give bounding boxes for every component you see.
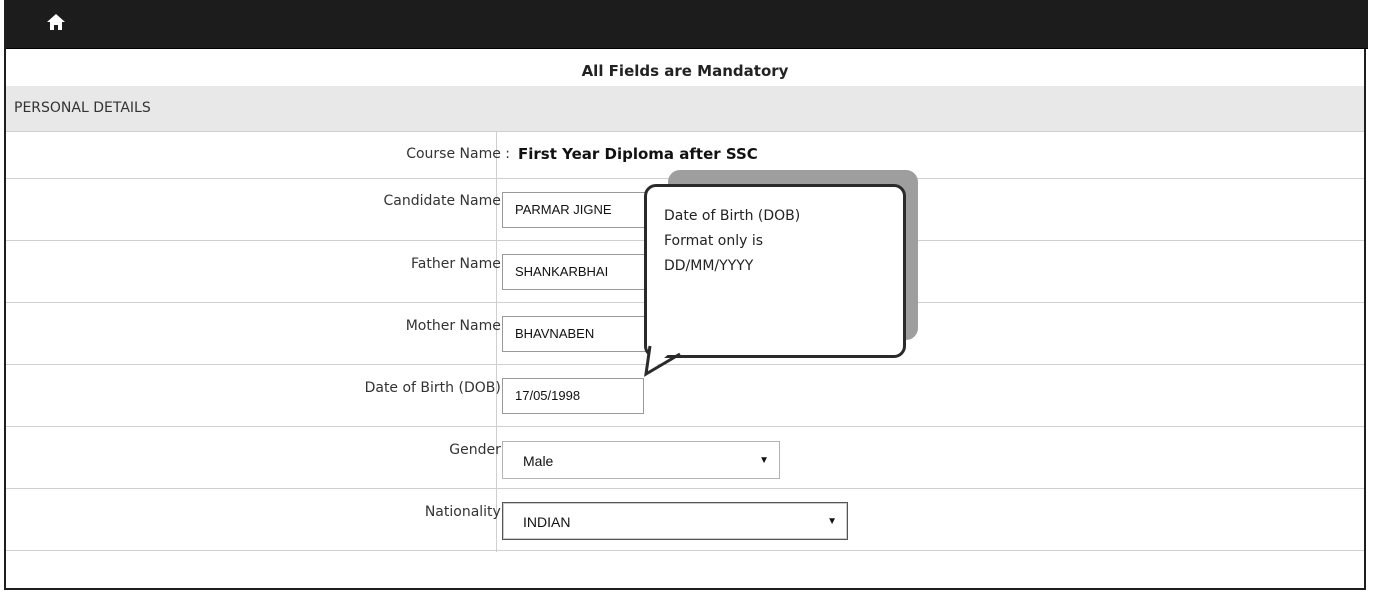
tooltip-text: Date of Birth (DOB) Format only is DD/MM…: [664, 204, 884, 279]
candidate-name-label: Candidate Name :: [383, 193, 511, 209]
top-navigation-bar: [6, 0, 1368, 49]
gender-select-value: Male: [523, 453, 554, 469]
mandatory-notice: All Fields are Mandatory: [6, 48, 1364, 87]
course-name-value: First Year Diploma after SSC: [518, 145, 758, 163]
dropdown-arrow-icon: ▼: [759, 455, 769, 466]
home-icon[interactable]: [46, 12, 66, 32]
tooltip-line: Format only is: [664, 233, 764, 249]
father-name-label: Father Name :: [411, 256, 510, 272]
gender-select[interactable]: Male ▼: [502, 441, 780, 479]
dob-input[interactable]: 17/05/1998: [502, 378, 644, 414]
tooltip-tail: [644, 344, 681, 377]
gender-label: Gender :: [449, 442, 510, 458]
tooltip-line: DD/MM/YYYY: [664, 258, 754, 274]
dropdown-arrow-icon: ▼: [827, 516, 837, 527]
section-header: PERSONAL DETAILS: [6, 86, 1364, 132]
father-name-input[interactable]: SHANKARBHAI: [502, 254, 662, 290]
course-name-label: Course Name :: [406, 146, 510, 162]
section-title: PERSONAL DETAILS: [14, 100, 151, 116]
mother-name-input[interactable]: BHAVNABEN: [502, 316, 662, 352]
nationality-select[interactable]: INDIAN ▼: [502, 502, 848, 540]
candidate-name-input[interactable]: PARMAR JIGNE: [502, 192, 662, 228]
nationality-select-value: INDIAN: [523, 514, 571, 530]
tooltip-line: Date of Birth (DOB): [664, 208, 801, 224]
dob-label: Date of Birth (DOB) :: [364, 380, 510, 396]
nationality-label: Nationality :: [424, 504, 510, 520]
mother-name-label: Mother Name :: [405, 318, 510, 334]
